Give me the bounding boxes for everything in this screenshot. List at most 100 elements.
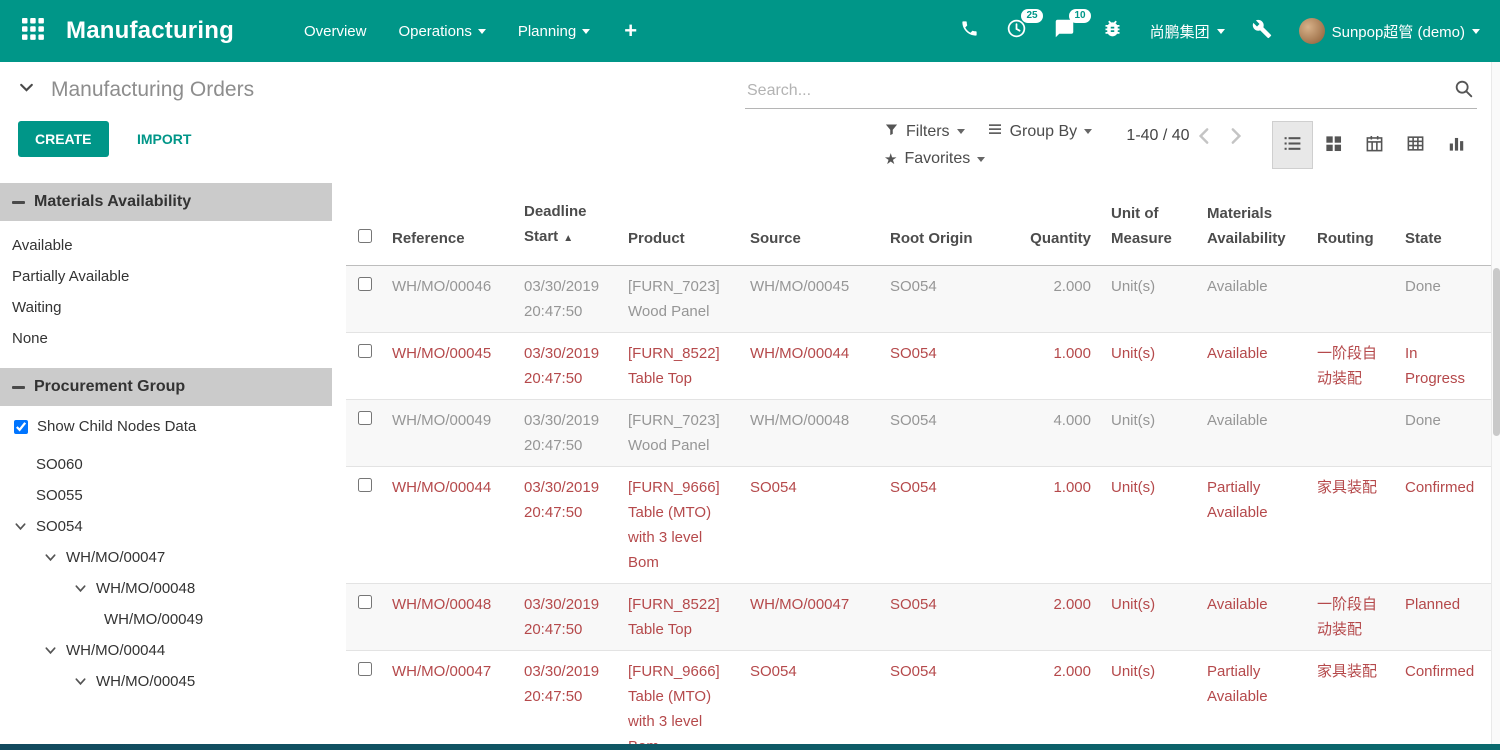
company-switcher[interactable]: 尚鹏集团 [1150, 21, 1225, 42]
table-row[interactable]: WH/MO/00049 03/30/2019 20:47:50 [FURN_70… [346, 399, 1491, 466]
sidebar-filter-item[interactable]: Partially Available [0, 261, 332, 292]
show-child-nodes-label: Show Child Nodes Data [37, 418, 196, 435]
sidebar-section-availability: Materials Availability [0, 183, 332, 221]
chevron-down-icon[interactable] [44, 551, 58, 564]
list-view-button[interactable] [1272, 121, 1313, 169]
apps-menu-button[interactable] [14, 12, 52, 50]
user-menu[interactable]: Sunpop超管 (demo) [1299, 18, 1480, 44]
breadcrumb-collapse-button[interactable] [18, 79, 35, 101]
search-input[interactable] [745, 78, 1477, 109]
table-row[interactable]: WH/MO/00045 03/30/2019 20:47:50 [FURN_85… [346, 332, 1491, 399]
create-button[interactable]: CREATE [18, 121, 109, 157]
favorites-button[interactable]: ★ Favorites [884, 150, 985, 168]
header-line: Start▲ [524, 224, 608, 251]
sidebar-filter-item[interactable]: None [0, 323, 332, 354]
cell-checkbox [346, 583, 388, 650]
group-by-button[interactable]: Group By [987, 121, 1093, 142]
tools-button[interactable] [1252, 19, 1272, 44]
calendar-view-icon [1365, 134, 1384, 156]
tree-item[interactable]: WH/MO/00044 [0, 635, 332, 666]
tree-item[interactable]: SO054 [0, 511, 332, 542]
table-row[interactable]: WH/MO/00048 03/30/2019 20:47:50 [FURN_85… [346, 583, 1491, 650]
breadcrumb: Manufacturing Orders [18, 78, 254, 102]
section-title: Materials Availability [34, 193, 191, 211]
row-checkbox[interactable] [358, 411, 372, 425]
cell-reference: WH/MO/00045 [388, 332, 520, 399]
tree-item[interactable]: WH/MO/00049 [0, 604, 332, 635]
row-checkbox[interactable] [358, 478, 372, 492]
sidebar-filter-item[interactable]: Available [0, 230, 332, 261]
menu-operations[interactable]: Operations [386, 13, 497, 50]
pager-next-button[interactable] [1220, 121, 1250, 151]
add-menu-button[interactable]: + [610, 12, 651, 50]
chevron-down-icon[interactable] [74, 675, 88, 688]
column-header-root-origin[interactable]: Root Origin [886, 183, 1019, 265]
column-header-routing[interactable]: Routing [1313, 183, 1401, 265]
calendar-view-button[interactable] [1354, 121, 1395, 169]
phone-icon [960, 19, 979, 43]
row-checkbox[interactable] [358, 662, 372, 676]
filters-button[interactable]: Filters [884, 121, 965, 142]
orders-table-body: WH/MO/00046 03/30/2019 20:47:50 [FURN_70… [346, 265, 1491, 750]
tree-item[interactable]: SO055 [0, 480, 332, 511]
row-checkbox[interactable] [358, 277, 372, 291]
table-row[interactable]: WH/MO/00047 03/30/2019 20:47:50 [FURN_96… [346, 650, 1491, 750]
sidebar-section-procurement-group: Procurement Group [0, 368, 332, 406]
tree-item[interactable]: SO060 [0, 449, 332, 480]
cell-checkbox [346, 399, 388, 466]
import-button[interactable]: IMPORT [133, 121, 195, 157]
kanban-view-button[interactable] [1313, 121, 1354, 169]
tree-item[interactable]: WH/MO/00048 [0, 573, 332, 604]
filter-item-label: Available [12, 237, 73, 254]
select-all-checkbox[interactable] [358, 229, 372, 243]
tree-item-label: WH/MO/00045 [96, 673, 195, 690]
show-child-nodes-toggle[interactable]: Show Child Nodes Data [0, 406, 332, 443]
voip-phone-button[interactable] [960, 19, 979, 43]
caret-down-icon [1217, 29, 1225, 34]
cell-checkbox [346, 466, 388, 583]
column-header-state[interactable]: State [1401, 183, 1491, 265]
column-header-materials-availability[interactable]: Materials Availability [1203, 183, 1313, 265]
scrollbar-thumb[interactable] [1493, 268, 1500, 436]
row-checkbox[interactable] [358, 595, 372, 609]
app-title[interactable]: Manufacturing [66, 17, 234, 45]
column-header-product[interactable]: Product [624, 183, 746, 265]
sidebar-filter-item[interactable]: Waiting [0, 292, 332, 323]
column-header-quantity[interactable]: Quantity [1019, 183, 1107, 265]
graph-view-icon [1447, 134, 1466, 156]
column-header-unit-of-measure[interactable]: Unit of Measure [1107, 183, 1203, 265]
pivot-view-button[interactable] [1395, 121, 1436, 169]
graph-view-button[interactable] [1436, 121, 1477, 169]
tree-item[interactable]: WH/MO/00045 [0, 666, 332, 697]
search-icon[interactable] [1453, 78, 1475, 105]
table-row[interactable]: WH/MO/00044 03/30/2019 20:47:50 [FURN_96… [346, 466, 1491, 583]
menu-planning[interactable]: Planning [506, 13, 602, 50]
tree-item-label: WH/MO/00049 [104, 611, 203, 628]
pager-previous-button[interactable] [1190, 121, 1220, 151]
kanban-view-icon [1324, 134, 1343, 156]
chevron-down-icon[interactable] [44, 644, 58, 657]
action-buttons: CREATE IMPORT [18, 121, 195, 157]
cell-deadline-start: 03/30/2019 20:47:50 [520, 466, 624, 583]
activities-button[interactable]: 25 [1006, 18, 1027, 44]
cell-deadline-start: 03/30/2019 20:47:50 [520, 399, 624, 466]
cell-reference: WH/MO/00049 [388, 399, 520, 466]
messages-button[interactable]: 10 [1054, 18, 1075, 44]
column-header-source[interactable]: Source [746, 183, 886, 265]
search-panel-sidebar: Materials Availability Available Partiall… [0, 183, 332, 703]
tree-item[interactable]: WH/MO/00047 [0, 542, 332, 573]
debug-button[interactable] [1102, 18, 1123, 44]
caret-down-icon [1084, 129, 1092, 134]
column-header-deadline-start[interactable]: Deadline Start▲ [520, 183, 624, 265]
cell-product: [FURN_7023] Wood Panel [624, 399, 746, 466]
table-row[interactable]: WH/MO/00046 03/30/2019 20:47:50 [FURN_70… [346, 265, 1491, 332]
chevron-down-icon[interactable] [14, 520, 28, 533]
menu-overview[interactable]: Overview [292, 13, 379, 50]
chevron-down-icon[interactable] [74, 582, 88, 595]
vertical-scrollbar[interactable] [1491, 62, 1500, 744]
show-child-nodes-checkbox[interactable] [14, 420, 28, 434]
row-checkbox[interactable] [358, 344, 372, 358]
orders-table: Reference Deadline Start▲ Product Source… [346, 183, 1491, 750]
column-header-reference[interactable]: Reference [388, 183, 520, 265]
cell-deadline-start: 03/30/2019 20:47:50 [520, 650, 624, 750]
